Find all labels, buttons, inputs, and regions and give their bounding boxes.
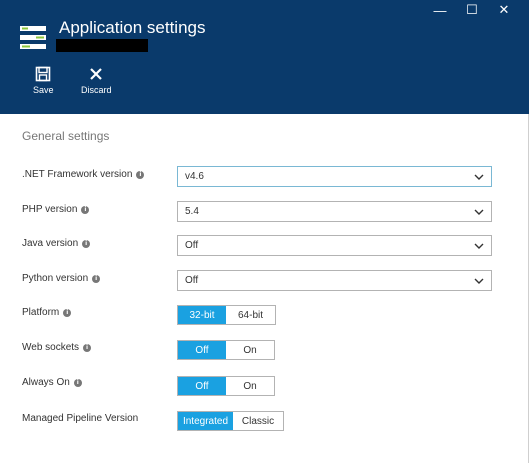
window-controls: — ☐ ✕ <box>421 2 517 18</box>
web-sockets-on-option[interactable]: On <box>226 341 274 359</box>
info-icon[interactable]: i <box>92 274 101 283</box>
chevron-down-icon <box>474 174 484 180</box>
save-label: Save <box>33 85 54 95</box>
redacted-subtitle <box>56 39 148 52</box>
php-select[interactable]: 5.4 <box>177 201 492 222</box>
close-icon[interactable]: ✕ <box>491 2 517 18</box>
net-framework-label: .NET Framework version i <box>22 169 145 180</box>
web-sockets-label: Web sockets i <box>22 342 92 353</box>
platform-32bit-option[interactable]: 32-bit <box>178 306 226 324</box>
always-on-on-option[interactable]: On <box>226 377 274 395</box>
platform-toggle: 32-bit 64-bit <box>177 305 276 325</box>
save-button[interactable]: Save <box>33 66 54 95</box>
php-label-text: PHP version <box>22 204 78 215</box>
app-settings-icon <box>20 26 46 49</box>
platform-label: Platform i <box>22 307 72 318</box>
chevron-down-icon <box>474 209 484 215</box>
pipeline-integrated-option[interactable]: Integrated <box>178 412 233 430</box>
page-title: Application settings <box>59 18 206 37</box>
chevron-down-icon <box>474 243 484 249</box>
discard-button[interactable]: Discard <box>81 66 112 95</box>
info-icon[interactable]: i <box>81 205 90 214</box>
web-sockets-off-option[interactable]: Off <box>178 341 226 359</box>
always-on-label: Always On i <box>22 377 82 388</box>
python-value: Off <box>185 275 199 286</box>
net-framework-select[interactable]: v4.6 <box>177 166 492 187</box>
java-label: Java version i <box>22 238 91 249</box>
java-label-text: Java version <box>22 238 79 249</box>
blade-header: Application settings — ☐ ✕ Save Discard <box>0 0 529 114</box>
info-icon[interactable]: i <box>73 378 82 387</box>
pipeline-label-text: Managed Pipeline Version <box>22 413 139 424</box>
chevron-down-icon <box>474 278 484 284</box>
pipeline-classic-option[interactable]: Classic <box>233 412 283 430</box>
always-on-toggle: Off On <box>177 376 275 396</box>
java-value: Off <box>185 240 199 251</box>
discard-label: Discard <box>81 85 112 95</box>
platform-label-text: Platform <box>22 307 60 318</box>
web-sockets-toggle: Off On <box>177 340 275 360</box>
net-framework-label-text: .NET Framework version <box>22 169 133 180</box>
info-icon[interactable]: i <box>63 308 72 317</box>
minimize-icon[interactable]: — <box>427 2 453 18</box>
python-label: Python version i <box>22 273 101 284</box>
info-icon[interactable]: i <box>83 343 92 352</box>
java-select[interactable]: Off <box>177 235 492 256</box>
section-title: General settings <box>22 129 110 143</box>
web-sockets-label-text: Web sockets <box>22 342 80 353</box>
info-icon[interactable]: i <box>136 170 145 179</box>
pipeline-toggle: Integrated Classic <box>177 411 284 431</box>
python-label-text: Python version <box>22 273 89 284</box>
pipeline-label: Managed Pipeline Version <box>22 413 138 424</box>
maximize-icon[interactable]: ☐ <box>459 2 485 18</box>
net-framework-value: v4.6 <box>185 171 204 182</box>
python-select[interactable]: Off <box>177 270 492 291</box>
always-on-label-text: Always On <box>22 377 70 388</box>
save-disk-icon <box>35 66 51 82</box>
platform-64bit-option[interactable]: 64-bit <box>226 306 275 324</box>
always-on-off-option[interactable]: Off <box>178 377 226 395</box>
php-value: 5.4 <box>185 206 199 217</box>
close-x-icon <box>90 68 103 80</box>
php-label: PHP version i <box>22 204 90 215</box>
info-icon[interactable]: i <box>82 239 91 248</box>
